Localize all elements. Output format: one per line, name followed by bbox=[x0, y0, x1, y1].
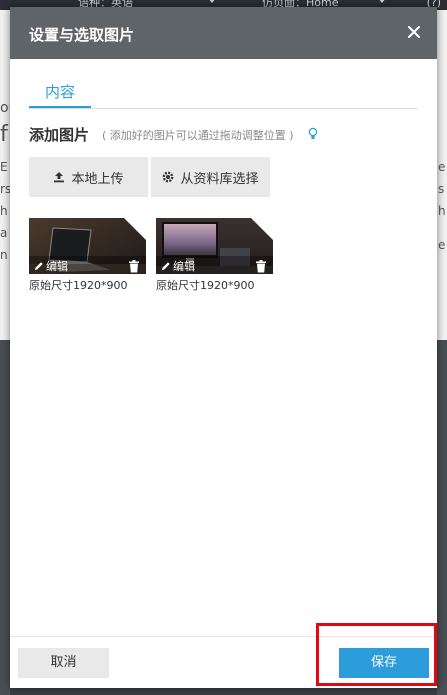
pencil-icon bbox=[162, 262, 170, 270]
save-button[interactable]: 保存 bbox=[339, 648, 429, 678]
image-size-label: 原始尺寸1920*900 bbox=[156, 279, 255, 292]
tab-content[interactable]: 内容 bbox=[29, 81, 91, 108]
library-button-label: 从资料库选择 bbox=[180, 171, 259, 187]
delete-image-button[interactable] bbox=[255, 258, 267, 273]
gear-icon bbox=[162, 171, 174, 183]
trash-icon bbox=[129, 260, 139, 273]
upload-icon bbox=[53, 171, 65, 183]
cancel-button[interactable]: 取消 bbox=[18, 648, 109, 678]
chevron-down-icon bbox=[208, 0, 216, 3]
pencil-icon bbox=[35, 262, 43, 270]
dialog-title: 设置与选取图片 bbox=[29, 26, 135, 44]
lightbulb-icon bbox=[308, 126, 318, 140]
image-settings-dialog: 设置与选取图片 内容 添加图片 ( 添加好的图片可以通过拖动调整位置 ) 本地上… bbox=[10, 7, 437, 688]
background-left-strip: ou f E rs h a n bbox=[0, 10, 17, 695]
image-thumbnail[interactable]: 编辑 bbox=[156, 218, 273, 274]
thumbnail-actions: 编辑 bbox=[29, 256, 146, 274]
edit-image-button[interactable]: 编辑 bbox=[161, 258, 195, 274]
edit-image-button[interactable]: 编辑 bbox=[34, 258, 68, 274]
section-title: 添加图片 bbox=[29, 126, 90, 144]
thumbnail-corner bbox=[124, 218, 146, 240]
image-size-label: 原始尺寸1920*900 bbox=[29, 279, 128, 292]
image-thumbnail[interactable]: 编辑 bbox=[29, 218, 146, 274]
thumbnail-corner bbox=[251, 218, 273, 240]
background-right-strip: e s h e bbox=[437, 10, 447, 695]
tab-bar: 内容 bbox=[29, 81, 418, 109]
thumbnail-actions: 编辑 bbox=[156, 256, 273, 274]
chevron-down-icon bbox=[378, 0, 386, 3]
upload-button[interactable]: 本地上传 bbox=[29, 157, 148, 197]
delete-image-button[interactable] bbox=[128, 258, 140, 273]
close-icon[interactable] bbox=[405, 23, 423, 41]
upload-button-label: 本地上传 bbox=[71, 171, 124, 187]
trash-icon bbox=[256, 260, 266, 273]
dialog-header: 设置与选取图片 bbox=[10, 7, 437, 59]
section-hint: ( 添加好的图片可以通过拖动调整位置 ) bbox=[102, 129, 294, 142]
footer-divider bbox=[10, 636, 437, 637]
library-select-button[interactable]: 从资料库选择 bbox=[151, 157, 270, 197]
